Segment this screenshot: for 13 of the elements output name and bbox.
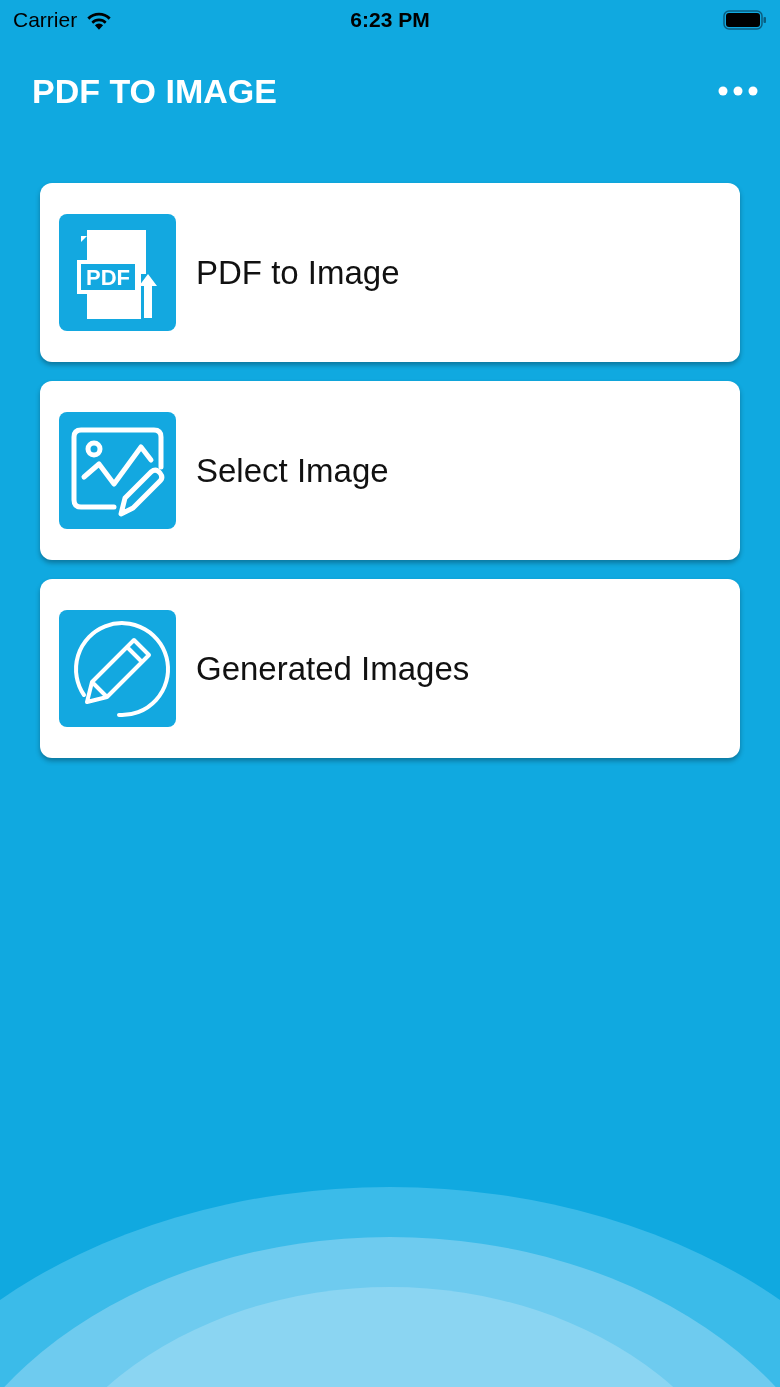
pdf-file-icon: PDF xyxy=(59,214,176,331)
card-label: Select Image xyxy=(196,451,389,490)
battery-icon xyxy=(723,10,767,30)
carrier-name: Carrier xyxy=(13,8,78,32)
app-title: PDF TO IMAGE xyxy=(32,71,277,111)
image-edit-icon xyxy=(59,412,176,529)
card-label: PDF to Image xyxy=(196,253,400,292)
menu-card[interactable]: Generated Images xyxy=(40,579,740,758)
menu-card[interactable]: PDF PDF to Image xyxy=(40,183,740,362)
card-label: Generated Images xyxy=(196,649,470,688)
clock-time: 6:23 PM xyxy=(350,8,430,32)
menu-card[interactable]: Select Image xyxy=(40,381,740,560)
more-menu-icon[interactable] xyxy=(718,85,758,97)
